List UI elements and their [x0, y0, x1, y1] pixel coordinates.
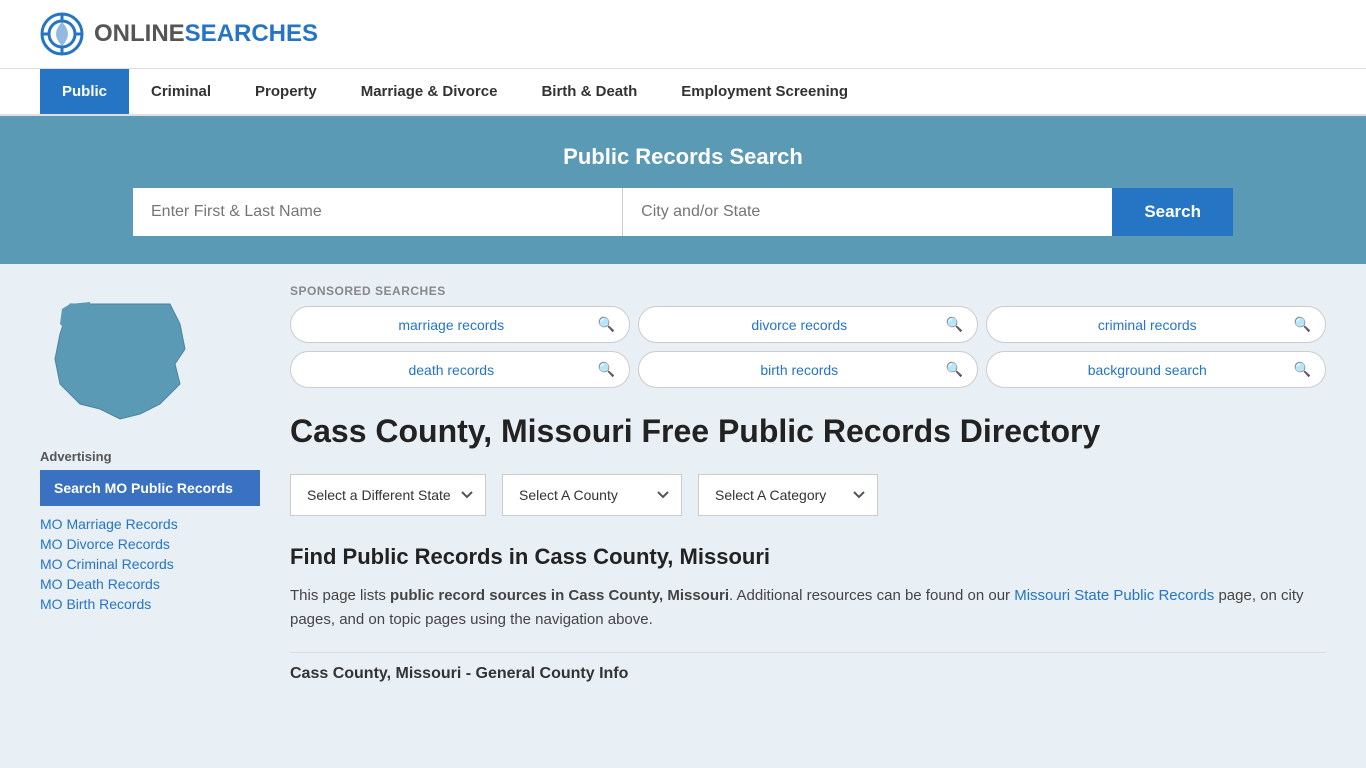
sidebar-link-marriage[interactable]: MO Marriage Records: [40, 516, 260, 532]
search-icon: 🔍: [598, 361, 615, 378]
sidebar: Advertising Search MO Public Records MO …: [40, 294, 260, 683]
page-heading: Cass County, Missouri Free Public Record…: [290, 412, 1326, 450]
search-form: Search: [133, 188, 1233, 236]
sponsored-item-criminal[interactable]: criminal records 🔍: [986, 306, 1326, 343]
section-divider: [290, 652, 1326, 653]
category-dropdown[interactable]: Select A Category: [698, 474, 878, 516]
nav-item-marriage-divorce[interactable]: Marriage & Divorce: [339, 69, 520, 114]
county-dropdown[interactable]: Select A County: [502, 474, 682, 516]
sidebar-link-birth[interactable]: MO Birth Records: [40, 596, 260, 612]
logo[interactable]: ONLINESEARCHES: [40, 12, 318, 56]
search-icon: 🔍: [946, 361, 963, 378]
nav-item-criminal[interactable]: Criminal: [129, 69, 233, 114]
search-banner-title: Public Records Search: [40, 144, 1326, 170]
search-icon: 🔍: [946, 316, 963, 333]
find-heading: Find Public Records in Cass County, Miss…: [290, 544, 1326, 570]
name-input[interactable]: [133, 188, 623, 236]
location-input[interactable]: [623, 188, 1112, 236]
search-icon: 🔍: [1294, 316, 1311, 333]
nav-item-employment[interactable]: Employment Screening: [659, 69, 870, 114]
dropdowns-row: Select a Different State Select A County…: [290, 474, 1326, 516]
state-dropdown[interactable]: Select a Different State: [290, 474, 486, 516]
sidebar-link-death[interactable]: MO Death Records: [40, 576, 260, 592]
ad-box[interactable]: Search MO Public Records: [40, 470, 260, 506]
sidebar-link-criminal[interactable]: MO Criminal Records: [40, 556, 260, 572]
state-map-icon: [40, 294, 200, 424]
sponsored-item-death[interactable]: death records 🔍: [290, 351, 630, 388]
sponsored-item-background[interactable]: background search 🔍: [986, 351, 1326, 388]
general-info-title: Cass County, Missouri - General County I…: [290, 665, 1326, 683]
sidebar-link-divorce[interactable]: MO Divorce Records: [40, 536, 260, 552]
missouri-records-link[interactable]: Missouri State Public Records: [1014, 587, 1214, 604]
search-button[interactable]: Search: [1112, 188, 1233, 236]
nav-item-public[interactable]: Public: [40, 69, 129, 114]
content-area: SPONSORED SEARCHES marriage records 🔍 di…: [290, 284, 1326, 683]
find-text: This page lists public record sources in…: [290, 584, 1326, 632]
main-wrap: Advertising Search MO Public Records MO …: [0, 264, 1366, 703]
site-header: ONLINESEARCHES: [0, 0, 1366, 69]
nav-item-property[interactable]: Property: [233, 69, 339, 114]
sponsored-item-birth[interactable]: birth records 🔍: [638, 351, 978, 388]
main-nav: Public Criminal Property Marriage & Divo…: [0, 69, 1366, 116]
sponsored-label: SPONSORED SEARCHES: [290, 284, 1326, 298]
ad-label: Advertising: [40, 449, 260, 464]
nav-item-birth-death[interactable]: Birth & Death: [519, 69, 659, 114]
logo-text: ONLINESEARCHES: [94, 20, 318, 48]
search-banner: Public Records Search Search: [0, 116, 1366, 264]
search-icon: 🔍: [598, 316, 615, 333]
logo-icon: [40, 12, 84, 56]
search-icon: 🔍: [1294, 361, 1311, 378]
sponsored-grid: marriage records 🔍 divorce records 🔍 cri…: [290, 306, 1326, 388]
sponsored-item-divorce[interactable]: divorce records 🔍: [638, 306, 978, 343]
sponsored-item-marriage[interactable]: marriage records 🔍: [290, 306, 630, 343]
